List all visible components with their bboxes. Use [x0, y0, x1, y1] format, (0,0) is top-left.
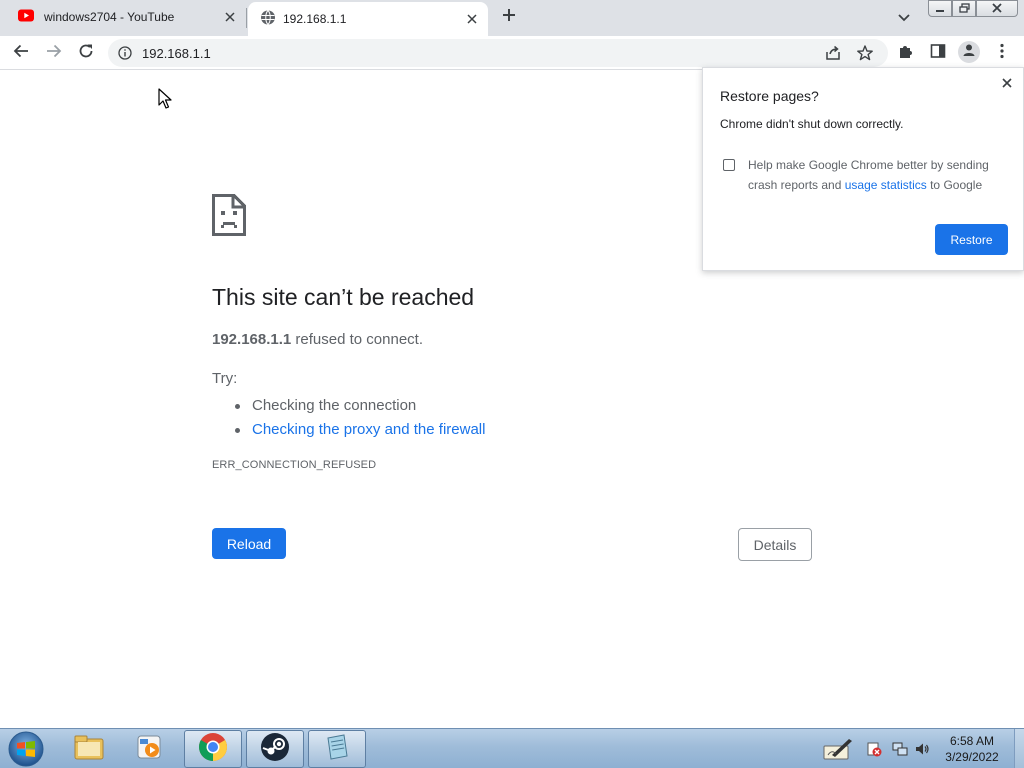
- url-text: 192.168.1.1: [142, 46, 211, 61]
- share-icon[interactable]: [824, 44, 842, 67]
- start-button[interactable]: [6, 730, 46, 768]
- error-message: 192.168.1.1 refused to connect.: [212, 331, 423, 348]
- crash-report-checkbox[interactable]: [723, 159, 735, 171]
- notepad-icon: [322, 732, 352, 767]
- dialog-message: Chrome didn't shut down correctly.: [720, 117, 904, 131]
- volume-icon[interactable]: [914, 741, 930, 757]
- tab-title: 192.168.1.1: [283, 12, 347, 26]
- minimize-icon: [935, 0, 945, 18]
- new-tab-button[interactable]: [498, 6, 520, 28]
- chevron-down-icon: [898, 9, 910, 27]
- restore-window-icon: [958, 0, 970, 18]
- dialog-title: Restore pages?: [720, 88, 819, 104]
- error-title: This site can’t be reached: [212, 284, 475, 310]
- clock-date: 3/29/2022: [945, 750, 999, 764]
- tab-192-168-1-1[interactable]: 192.168.1.1: [248, 2, 488, 36]
- restore-pages-dialog: Restore pages? Chrome didn't shut down c…: [702, 67, 1024, 271]
- sad-page-icon: [212, 194, 246, 241]
- close-icon: [992, 0, 1002, 18]
- refresh-icon: [78, 43, 94, 64]
- side-panel-button[interactable]: [926, 41, 950, 65]
- suggestion-link-proxy-firewall[interactable]: Checking the proxy and the firewall: [234, 418, 485, 442]
- tab-separator: [246, 8, 247, 28]
- restore-button[interactable]: Restore: [935, 224, 1008, 255]
- taskbar-chrome[interactable]: [184, 730, 242, 768]
- forward-button[interactable]: [42, 41, 66, 65]
- reload-button[interactable]: Reload: [212, 528, 286, 559]
- usage-statistics-link[interactable]: usage statistics: [845, 178, 927, 192]
- media-player-icon: [135, 733, 163, 766]
- address-bar[interactable]: 192.168.1.1: [108, 39, 888, 67]
- close-icon: [1002, 75, 1012, 93]
- try-label: Try:: [212, 370, 238, 387]
- close-tab-icon[interactable]: [464, 11, 480, 27]
- chrome-icon: [198, 732, 228, 767]
- close-dialog-button[interactable]: [999, 76, 1015, 92]
- minimize-button[interactable]: [928, 0, 952, 17]
- back-button[interactable]: [9, 41, 33, 65]
- plus-icon: [502, 8, 516, 27]
- file-explorer-icon: [73, 733, 105, 766]
- tab-title: windows2704 - YouTube: [44, 10, 175, 24]
- close-window-button[interactable]: [976, 0, 1018, 17]
- tab-search-button[interactable]: [894, 8, 914, 28]
- clock-time: 6:58 AM: [949, 734, 995, 748]
- mouse-cursor-icon: [158, 88, 172, 114]
- kebab-menu-icon: [1000, 43, 1004, 64]
- close-tab-icon[interactable]: [222, 9, 238, 25]
- taskbar-clock[interactable]: 6:58 AM 3/29/2022: [932, 733, 1012, 765]
- action-center-warning-icon[interactable]: [866, 741, 882, 757]
- crash-report-label: Help make Google Chrome better by sendin…: [748, 155, 1008, 195]
- puzzle-icon: [898, 43, 914, 64]
- reload-toolbar-button[interactable]: [74, 41, 98, 65]
- arrow-right-icon: [46, 43, 62, 64]
- tab-strip: windows2704 - YouTube 192.168.1.1: [0, 0, 1024, 36]
- arrow-left-icon: [13, 43, 29, 64]
- menu-button[interactable]: [990, 41, 1014, 65]
- restore-window-button[interactable]: [952, 0, 976, 17]
- person-icon: [962, 43, 976, 62]
- error-host: 192.168.1.1: [212, 331, 292, 348]
- taskbar-media-player[interactable]: [120, 730, 178, 768]
- network-icon[interactable]: [892, 741, 908, 757]
- profile-button[interactable]: [958, 41, 980, 63]
- details-button[interactable]: Details: [738, 528, 812, 561]
- star-icon[interactable]: [856, 44, 874, 67]
- steam-icon: [260, 732, 290, 767]
- side-panel-icon: [930, 43, 946, 64]
- error-message-text: refused to connect.: [291, 331, 423, 348]
- taskbar-notepad[interactable]: [308, 730, 366, 768]
- youtube-icon: [18, 9, 34, 25]
- extensions-button[interactable]: [894, 41, 918, 65]
- chrome-window: windows2704 - YouTube 192.168.1.1 192.16…: [0, 0, 1024, 768]
- globe-icon: [260, 10, 276, 29]
- error-code: ERR_CONNECTION_REFUSED: [212, 459, 377, 471]
- info-icon[interactable]: [118, 46, 132, 65]
- taskbar-file-explorer[interactable]: [60, 730, 118, 768]
- windows-taskbar: 6:58 AM 3/29/2022: [0, 728, 1024, 768]
- pen-tablet-icon[interactable]: [822, 737, 854, 761]
- browser-toolbar: 192.168.1.1: [0, 36, 1024, 70]
- show-desktop-button[interactable]: [1014, 729, 1024, 768]
- suggestion-item: Checking the connection: [234, 394, 485, 418]
- crash-report-text-end: to Google: [926, 178, 983, 192]
- windows-start-icon: [6, 731, 46, 768]
- suggestion-list: Checking the connection Checking the pro…: [234, 394, 485, 442]
- tab-youtube[interactable]: windows2704 - YouTube: [0, 0, 246, 34]
- taskbar-steam[interactable]: [246, 730, 304, 768]
